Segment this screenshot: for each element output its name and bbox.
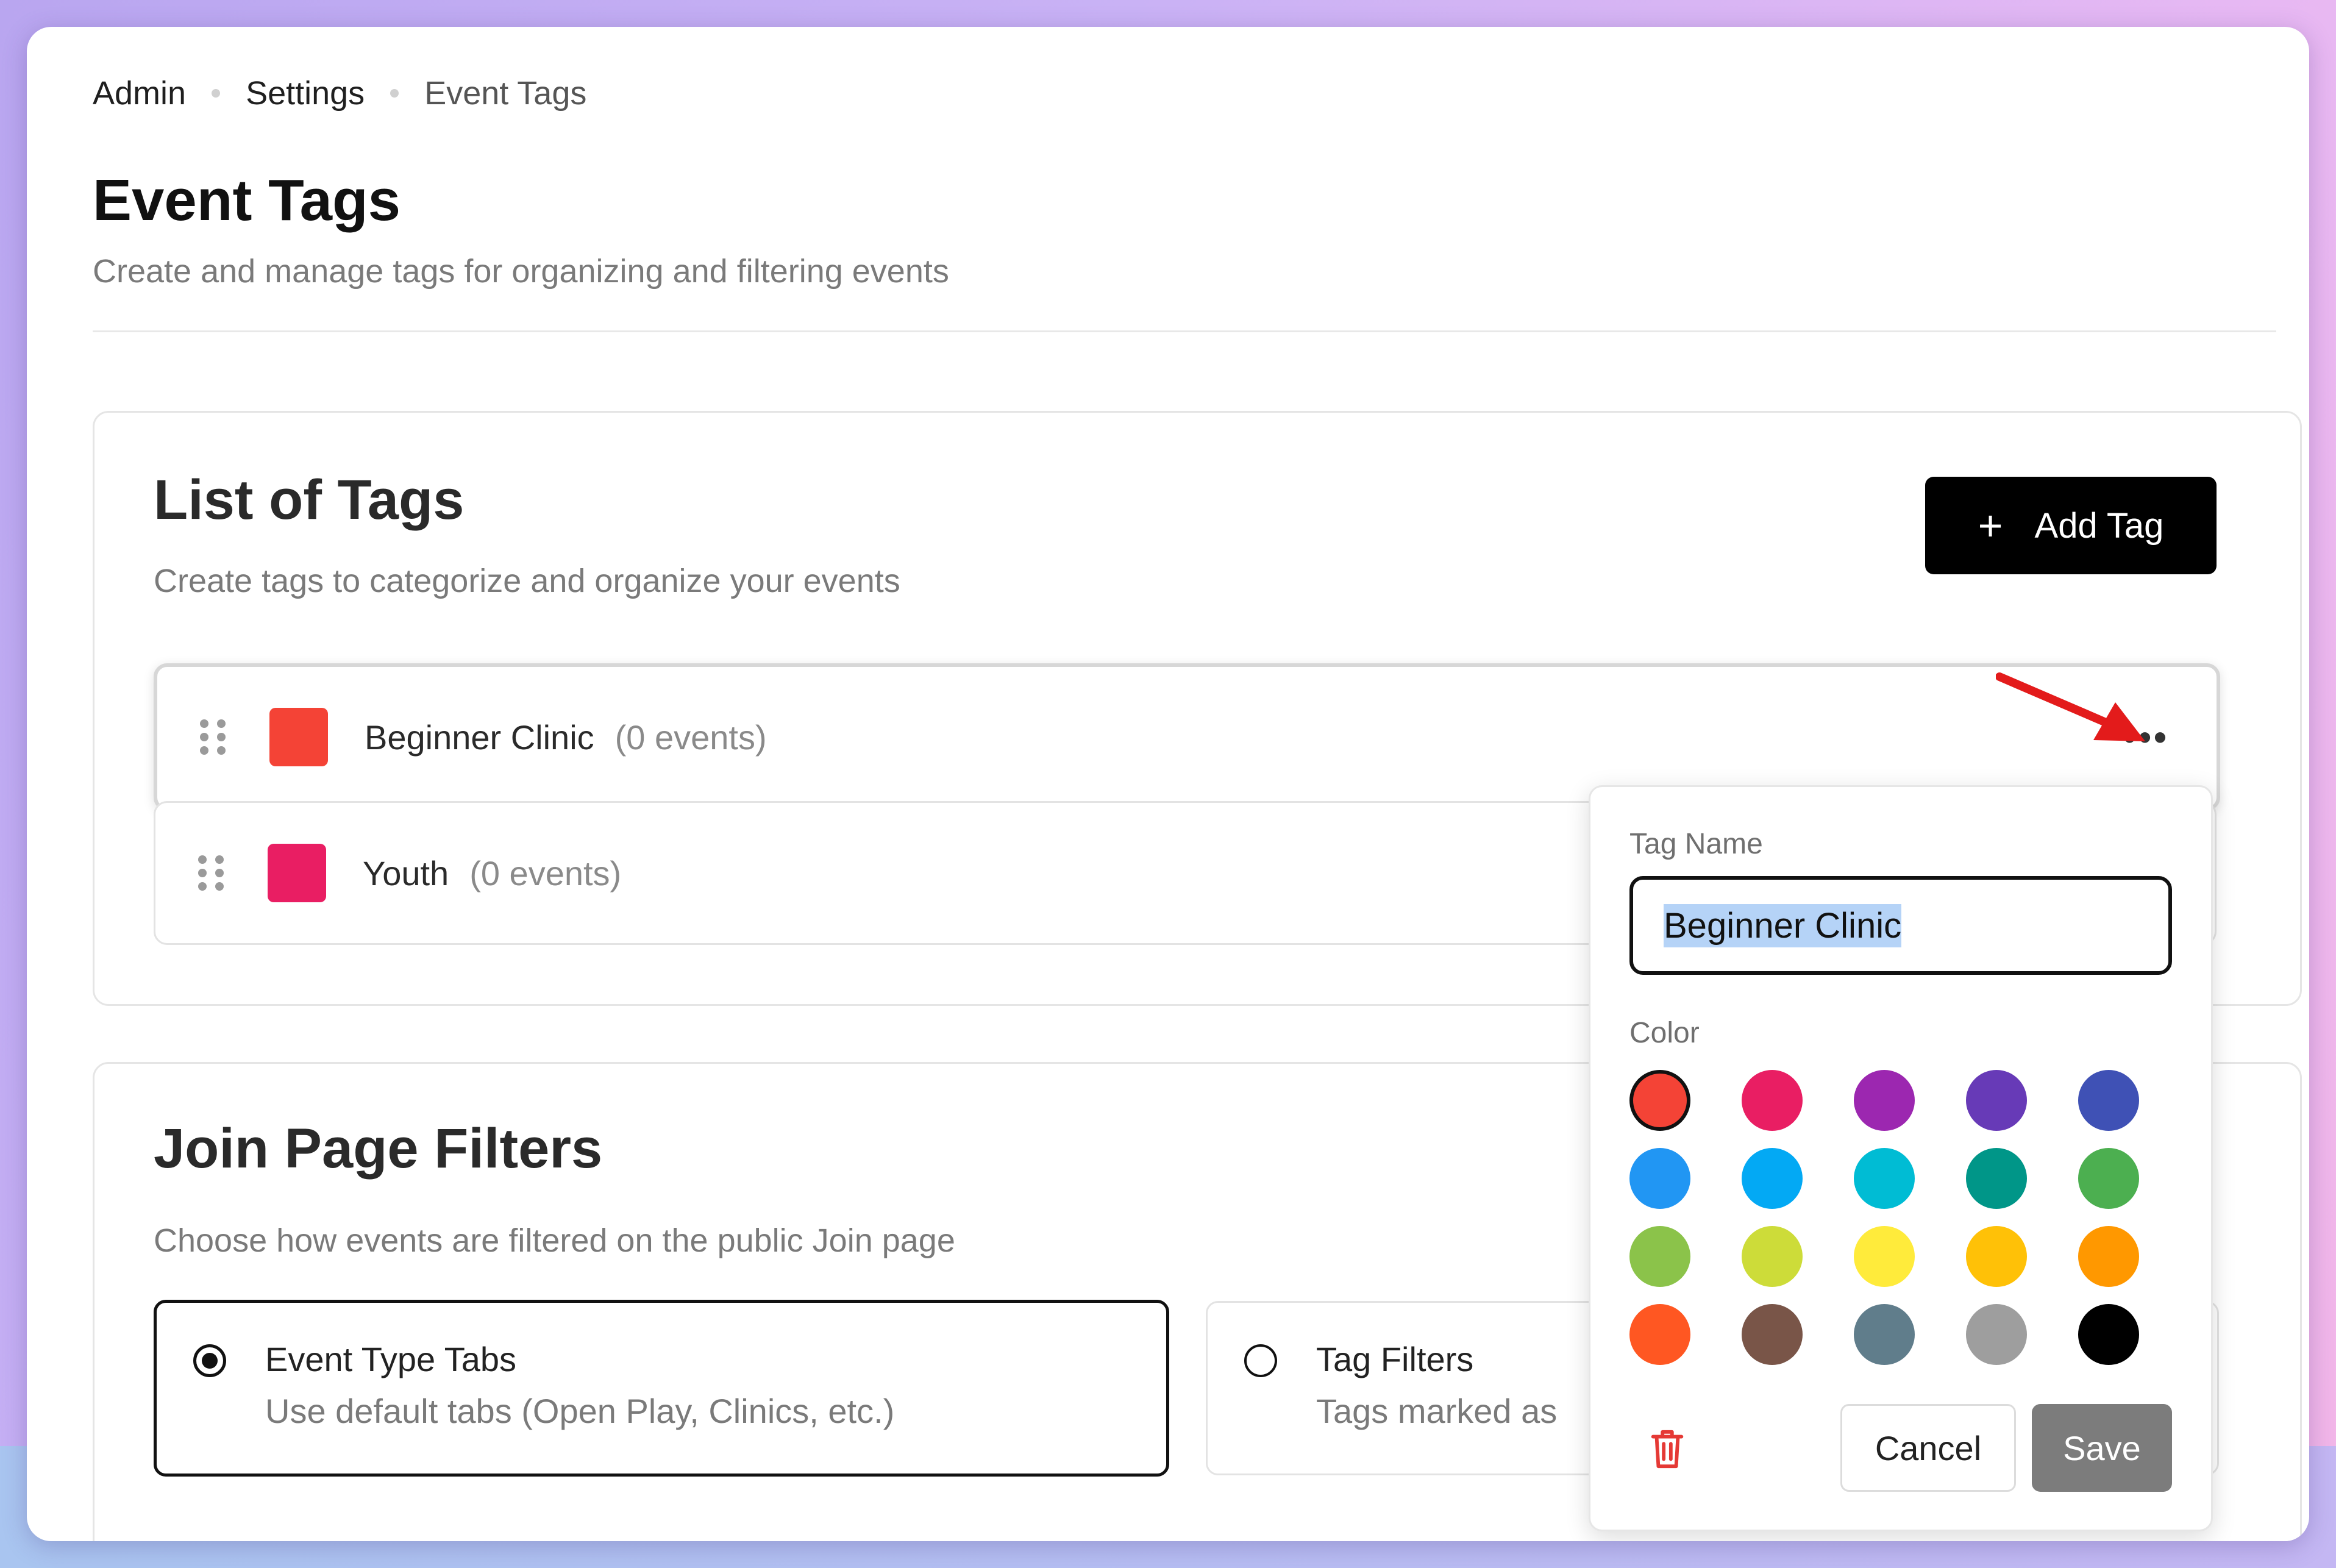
cancel-button[interactable]: Cancel xyxy=(1840,1404,2016,1492)
tag-name-input[interactable]: Beginner Clinic xyxy=(1629,876,2172,975)
trash-icon[interactable] xyxy=(1648,1427,1687,1470)
color-option[interactable] xyxy=(1966,1148,2027,1209)
tag-name: Youth xyxy=(363,853,449,893)
page-subtitle: Create and manage tags for organizing an… xyxy=(93,253,949,290)
tag-color-swatch xyxy=(268,844,326,902)
drag-handle-icon[interactable] xyxy=(198,855,224,891)
annotation-arrow-icon xyxy=(1996,672,2145,741)
color-option[interactable] xyxy=(1629,1148,1690,1209)
tag-name-value: Beginner Clinic xyxy=(1664,903,1902,947)
color-option[interactable] xyxy=(1854,1304,1915,1365)
color-option[interactable] xyxy=(1966,1304,2027,1365)
plus-icon: + xyxy=(1978,502,2003,549)
tag-event-count: (0 events) xyxy=(469,853,622,893)
tags-section-title: List of Tags xyxy=(154,469,465,531)
color-option[interactable] xyxy=(2078,1304,2139,1365)
edit-tag-popover: Tag Name Beginner Clinic Color Cancel Sa… xyxy=(1589,785,2213,1531)
color-option[interactable] xyxy=(1854,1070,1915,1131)
color-option[interactable] xyxy=(1742,1148,1803,1209)
tag-event-count: (0 events) xyxy=(614,718,767,757)
option-title: Event Type Tabs xyxy=(265,1340,516,1378)
breadcrumb-separator xyxy=(212,89,221,98)
tags-section-subtitle: Create tags to categorize and organize y… xyxy=(154,563,900,599)
color-option[interactable] xyxy=(1629,1304,1690,1365)
tag-name: Beginner Clinic xyxy=(365,718,594,757)
color-option[interactable] xyxy=(1742,1070,1803,1131)
color-option[interactable] xyxy=(1629,1226,1690,1287)
add-tag-label: Add Tag xyxy=(2034,505,2164,546)
breadcrumb-separator xyxy=(390,89,399,98)
breadcrumb: Admin Settings Event Tags xyxy=(93,74,586,112)
breadcrumb-event-tags: Event Tags xyxy=(424,75,587,112)
color-option[interactable] xyxy=(2078,1226,2139,1287)
color-option[interactable] xyxy=(1854,1226,1915,1287)
color-label: Color xyxy=(1629,1017,1700,1049)
save-button[interactable]: Save xyxy=(2032,1404,2172,1492)
tag-color-swatch xyxy=(269,708,328,766)
breadcrumb-settings[interactable]: Settings xyxy=(246,74,365,112)
drag-handle-icon[interactable] xyxy=(200,719,226,755)
filters-section-title: Join Page Filters xyxy=(154,1117,603,1180)
option-title: Tag Filters xyxy=(1316,1340,1474,1378)
filter-option-event-type-tabs[interactable]: Event Type Tabs Use default tabs (Open P… xyxy=(154,1300,1169,1477)
color-option[interactable] xyxy=(1742,1226,1803,1287)
radio-unselected[interactable] xyxy=(1244,1344,1277,1377)
color-option[interactable] xyxy=(1966,1070,2027,1131)
divider xyxy=(93,330,2276,332)
option-description: Tags marked as xyxy=(1316,1392,1558,1430)
color-option[interactable] xyxy=(2078,1070,2139,1131)
app-window: Admin Settings Event Tags Event Tags Cre… xyxy=(27,27,2309,1541)
color-option[interactable] xyxy=(1742,1304,1803,1365)
tag-name-label: Tag Name xyxy=(1629,828,1763,860)
color-option[interactable] xyxy=(1629,1070,1690,1131)
filters-section-subtitle: Choose how events are filtered on the pu… xyxy=(154,1222,955,1259)
page-title: Event Tags xyxy=(93,168,401,233)
option-description: Use default tabs (Open Play, Clinics, et… xyxy=(265,1392,895,1430)
breadcrumb-admin[interactable]: Admin xyxy=(93,74,186,112)
color-option[interactable] xyxy=(1854,1148,1915,1209)
radio-selected[interactable] xyxy=(193,1344,226,1377)
color-option[interactable] xyxy=(1966,1226,2027,1287)
add-tag-button[interactable]: + Add Tag xyxy=(1925,477,2217,574)
color-palette xyxy=(1629,1070,2139,1365)
color-option[interactable] xyxy=(2078,1148,2139,1209)
